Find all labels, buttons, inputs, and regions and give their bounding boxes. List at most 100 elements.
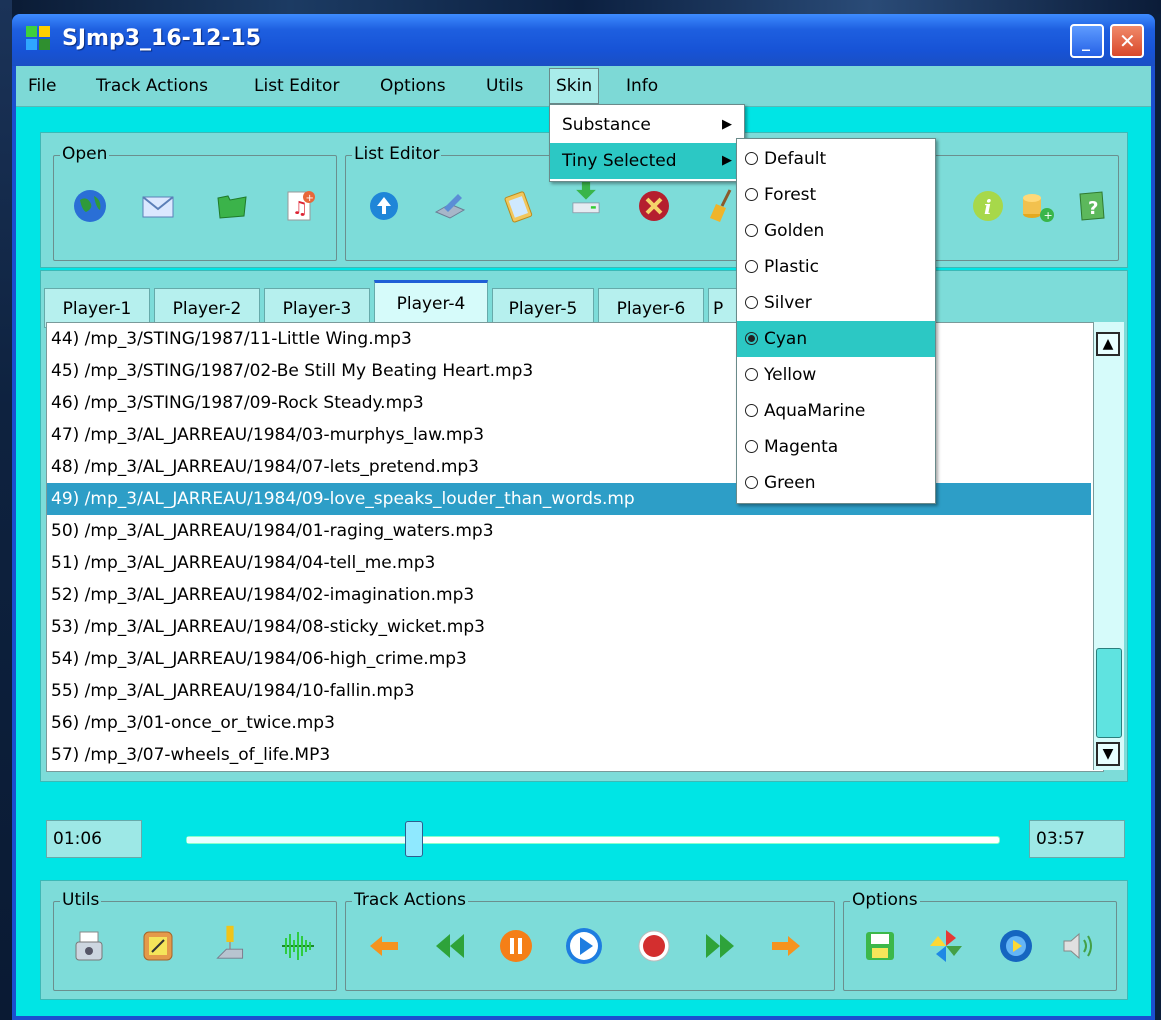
folder-icon[interactable] xyxy=(214,188,250,224)
list-item[interactable]: 45) /mp_3/STING/1987/02-Be Still My Beat… xyxy=(51,355,533,387)
list-item[interactable]: 46) /mp_3/STING/1987/09-Rock Steady.mp3 xyxy=(51,387,424,419)
close-button[interactable]: ✕ xyxy=(1110,24,1144,58)
mail-icon[interactable] xyxy=(140,188,176,224)
skin-option-forest[interactable]: Forest xyxy=(737,177,935,213)
delete-icon[interactable] xyxy=(636,188,672,224)
coins-icon[interactable]: + xyxy=(1020,188,1056,224)
menu-track-actions[interactable]: Track Actions xyxy=(90,66,214,106)
options-group: Options xyxy=(843,890,1117,991)
seek-bar[interactable] xyxy=(186,821,1000,857)
menu-utils[interactable]: Utils xyxy=(480,66,529,106)
fast-forward-icon[interactable] xyxy=(702,928,738,964)
list-item[interactable]: 52) /mp_3/AL_JARREAU/1984/02-imagination… xyxy=(51,579,474,611)
svg-text:?: ? xyxy=(1088,198,1098,219)
volume-icon[interactable] xyxy=(1060,928,1096,964)
pause-icon[interactable] xyxy=(498,928,534,964)
media-icon[interactable] xyxy=(998,928,1034,964)
track-actions-group-label: Track Actions xyxy=(352,890,468,910)
list-item[interactable]: 44) /mp_3/STING/1987/11-Little Wing.mp3 xyxy=(51,323,412,355)
skin-menu-tiny-selected[interactable]: Tiny Selected ▶ xyxy=(550,143,744,179)
notepad-icon[interactable] xyxy=(140,928,176,964)
rewind-icon[interactable] xyxy=(432,928,468,964)
svg-text:+: + xyxy=(306,193,314,204)
playlist-scrollbar[interactable]: ▲ ▼ xyxy=(1093,322,1124,770)
menu-skin[interactable]: Skin xyxy=(549,68,600,104)
menu-info[interactable]: Info xyxy=(620,66,664,106)
list-item[interactable]: 53) /mp_3/AL_JARREAU/1984/08-sticky_wick… xyxy=(51,611,485,643)
scroll-down-button[interactable]: ▼ xyxy=(1096,742,1120,766)
tab-player-4[interactable]: Player-4 xyxy=(374,280,488,328)
open-group-label: Open xyxy=(60,144,110,164)
elapsed-time: 01:06 xyxy=(46,820,142,858)
minimize-button[interactable]: _ xyxy=(1070,24,1104,58)
menu-options[interactable]: Options xyxy=(374,66,452,106)
broom-icon[interactable] xyxy=(704,188,740,224)
save-icon[interactable] xyxy=(862,928,898,964)
scroll-thumb[interactable] xyxy=(1096,648,1122,738)
options-group-label: Options xyxy=(850,890,920,910)
skin-option-label: Magenta xyxy=(764,437,839,457)
next-arrow-icon[interactable] xyxy=(768,928,804,964)
list-item[interactable]: 50) /mp_3/AL_JARREAU/1984/01-raging_wate… xyxy=(51,515,494,547)
seek-thumb[interactable] xyxy=(405,821,424,857)
menu-file[interactable]: File xyxy=(22,66,62,106)
list-item[interactable]: 54) /mp_3/AL_JARREAU/1984/06-high_crime.… xyxy=(51,643,467,675)
open-group: Open ♫ + xyxy=(53,144,337,261)
list-item[interactable]: 48) /mp_3/AL_JARREAU/1984/07-lets_preten… xyxy=(51,451,479,483)
skin-option-label: Yellow xyxy=(764,365,817,385)
scroll-up-button[interactable]: ▲ xyxy=(1096,332,1120,356)
skin-option-green[interactable]: Green xyxy=(737,465,935,501)
previous-arrow-icon[interactable] xyxy=(366,928,402,964)
edit-icon[interactable] xyxy=(432,188,468,224)
skin-option-cyan[interactable]: Cyan xyxy=(737,321,935,357)
globe-icon[interactable] xyxy=(72,188,108,224)
radio-icon xyxy=(745,296,758,309)
list-editor-group-label: List Editor xyxy=(352,144,442,164)
utils-group-label: Utils xyxy=(60,890,102,910)
help-book-icon[interactable]: ? xyxy=(1074,188,1110,224)
skin-option-label: Forest xyxy=(764,185,817,205)
printer-icon[interactable] xyxy=(72,928,108,964)
skin-option-magenta[interactable]: Magenta xyxy=(737,429,935,465)
utils-group: Utils xyxy=(53,890,337,991)
skin-option-golden[interactable]: Golden xyxy=(737,213,935,249)
skin-menu: Substance ▶ Tiny Selected ▶ xyxy=(549,104,745,182)
skin-option-label: Default xyxy=(764,149,827,169)
play-icon[interactable] xyxy=(564,926,604,966)
substance-label: Substance xyxy=(562,115,651,135)
radio-icon xyxy=(745,440,758,453)
skin-option-silver[interactable]: Silver xyxy=(737,285,935,321)
skin-option-plastic[interactable]: Plastic xyxy=(737,249,935,285)
pinwheel-icon[interactable] xyxy=(928,928,964,964)
desktop-background xyxy=(0,0,1161,14)
skin-option-aquamarine[interactable]: AquaMarine xyxy=(737,393,935,429)
title-bar[interactable]: SJmp3_16-12-15 _ ✕ xyxy=(12,14,1155,66)
waveform-icon[interactable] xyxy=(280,928,316,964)
skin-option-label: Cyan xyxy=(764,329,808,349)
list-item[interactable]: 57) /mp_3/07-wheels_of_life.MP3 xyxy=(51,739,330,771)
menu-list-editor[interactable]: List Editor xyxy=(248,66,345,106)
skin-menu-substance[interactable]: Substance ▶ xyxy=(550,107,744,143)
skin-option-label: Silver xyxy=(764,293,812,313)
total-time: 03:57 xyxy=(1029,820,1125,858)
list-item[interactable]: 56) /mp_3/01-once_or_twice.mp3 xyxy=(51,707,335,739)
close-icon: ✕ xyxy=(1119,29,1136,53)
menu-bar: File Track Actions List Editor Options U… xyxy=(16,66,1151,107)
record-icon[interactable] xyxy=(636,928,672,964)
playlist[interactable]: 44) /mp_3/STING/1987/11-Little Wing.mp3 … xyxy=(46,322,1104,772)
download-icon[interactable] xyxy=(568,180,604,216)
tool-icon[interactable] xyxy=(212,924,248,960)
upload-icon[interactable] xyxy=(366,188,402,224)
skin-option-yellow[interactable]: Yellow xyxy=(737,357,935,393)
list-item[interactable]: 47) /mp_3/AL_JARREAU/1984/03-murphys_law… xyxy=(51,419,484,451)
radio-checked-icon xyxy=(745,332,758,345)
skin-option-label: Plastic xyxy=(764,257,819,277)
list-item[interactable]: 55) /mp_3/AL_JARREAU/1984/10-fallin.mp3 xyxy=(51,675,415,707)
svg-text:+: + xyxy=(1044,209,1053,222)
radio-icon xyxy=(745,404,758,417)
skin-option-default[interactable]: Default xyxy=(737,141,935,177)
list-item[interactable]: 51) /mp_3/AL_JARREAU/1984/04-tell_me.mp3 xyxy=(51,547,435,579)
info-icon[interactable]: i xyxy=(970,188,1006,224)
add-music-icon[interactable]: ♫+ xyxy=(282,188,318,224)
clipboard-icon[interactable] xyxy=(500,188,536,224)
